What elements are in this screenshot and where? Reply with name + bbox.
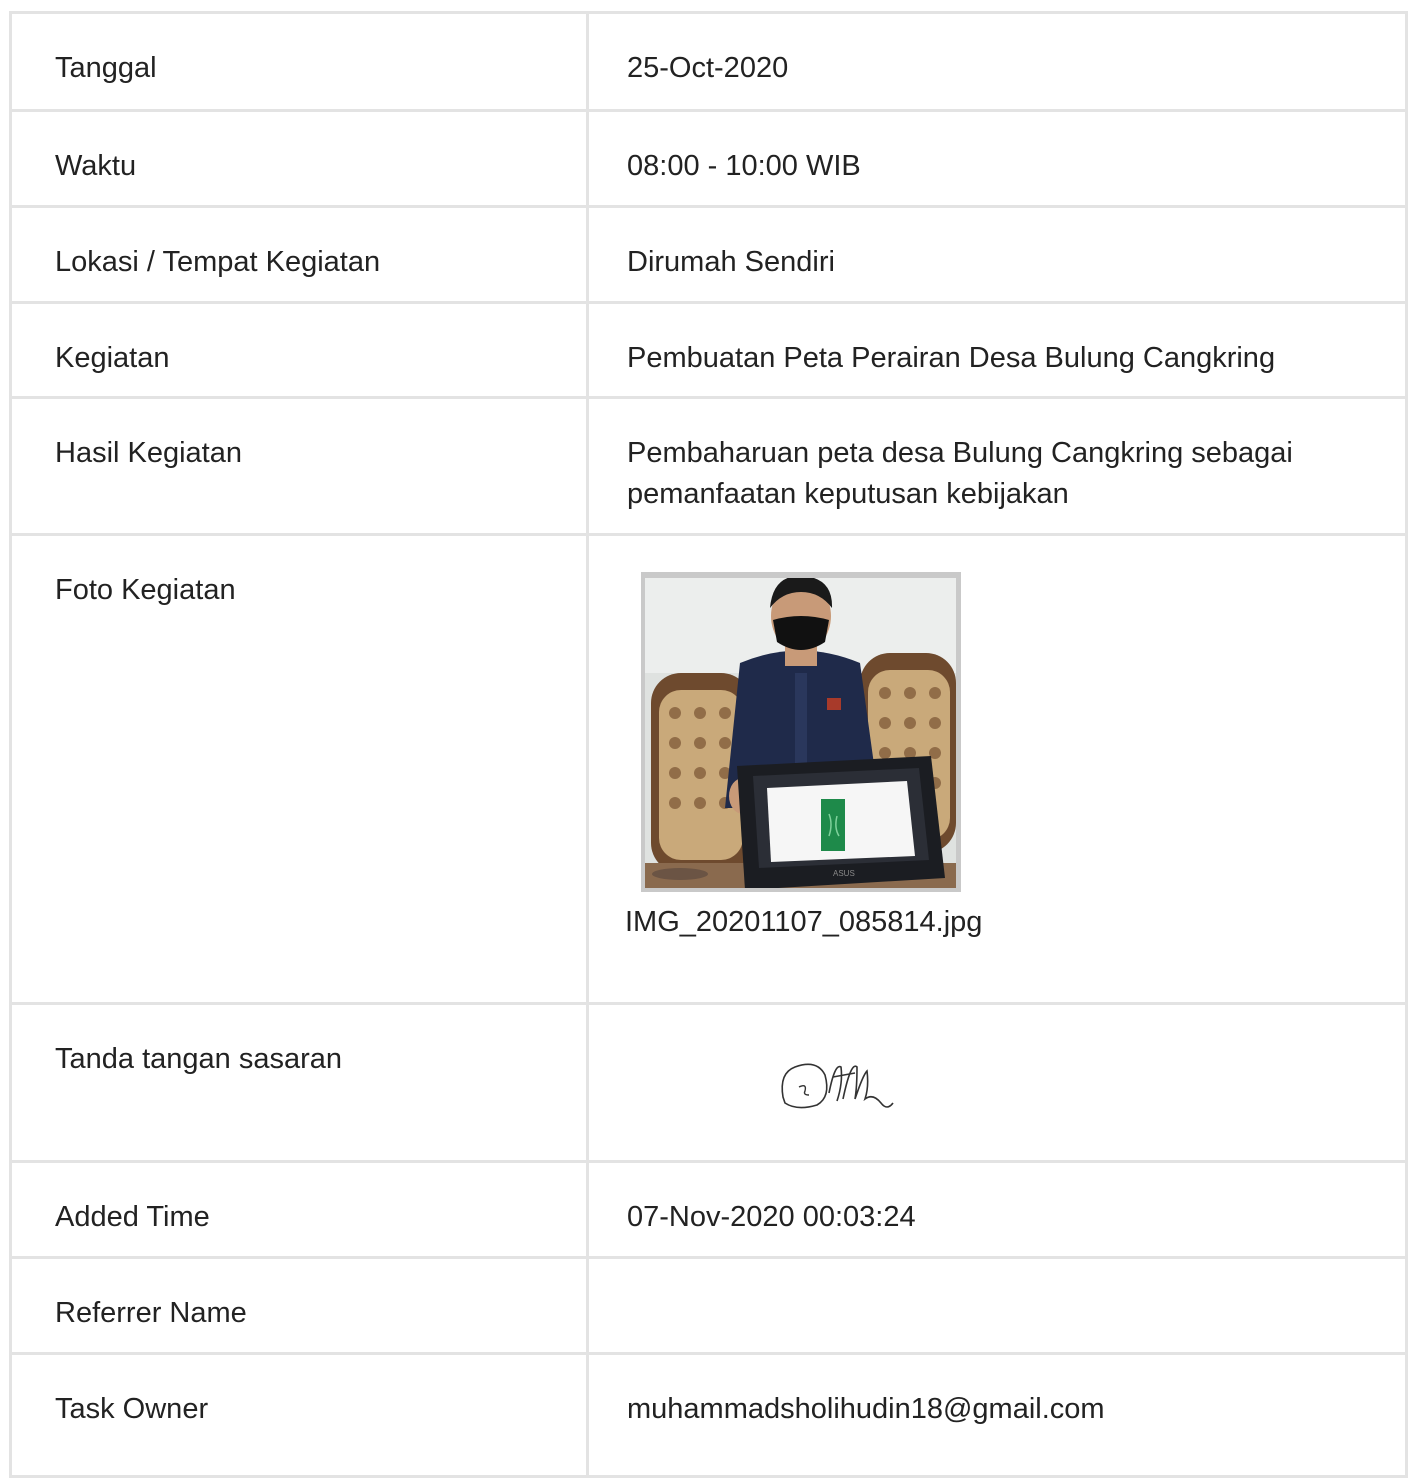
record-detail-table: Tanggal 25-Oct-2020 Waktu 08:00 - 10:00 …: [9, 11, 1408, 1478]
field-label: Tanda tangan sasaran: [12, 1005, 589, 1160]
field-value: 08:00 - 10:00 WIB: [589, 112, 1408, 205]
field-value: 25-Oct-2020: [589, 14, 1408, 109]
row-tanda-tangan: Tanda tangan sasaran: [12, 1005, 1408, 1163]
row-tanggal: Tanggal 25-Oct-2020: [12, 14, 1408, 112]
field-label: Waktu: [12, 112, 589, 205]
field-label: Referrer Name: [12, 1259, 589, 1352]
field-value: Pembaharuan peta desa Bulung Cangkring s…: [589, 399, 1408, 533]
row-referrer-name: Referrer Name: [12, 1259, 1408, 1355]
activity-photo-thumbnail[interactable]: ASUS: [641, 572, 961, 892]
activity-photo[interactable]: ASUS: [645, 578, 956, 888]
signature-cell: [589, 1005, 1408, 1160]
photo-filename-link[interactable]: IMG_20201107_085814.jpg: [625, 902, 1365, 943]
field-value: muhammadsholihudin18@gmail.com: [589, 1355, 1408, 1475]
field-label: Lokasi / Tempat Kegiatan: [12, 208, 589, 301]
row-task-owner: Task Owner muhammadsholihudin18@gmail.co…: [12, 1355, 1408, 1478]
field-value: [589, 1259, 1408, 1352]
field-value: 07-Nov-2020 00:03:24: [589, 1163, 1408, 1256]
field-label: Kegiatan: [12, 304, 589, 396]
field-value: Dirumah Sendiri: [589, 208, 1408, 301]
signature-image: [781, 1063, 894, 1109]
field-label: Task Owner: [12, 1355, 589, 1475]
row-lokasi: Lokasi / Tempat Kegiatan Dirumah Sendiri: [12, 208, 1408, 304]
row-kegiatan: Kegiatan Pembuatan Peta Perairan Desa Bu…: [12, 304, 1408, 399]
field-label: Hasil Kegiatan: [12, 399, 589, 533]
field-value: Pembuatan Peta Perairan Desa Bulung Cang…: [589, 304, 1408, 396]
row-foto-kegiatan: Foto Kegiatan ASUS IMG_20201107_085814.j…: [12, 536, 1408, 1005]
row-waktu: Waktu 08:00 - 10:00 WIB: [12, 112, 1408, 208]
field-label: Tanggal: [12, 14, 589, 109]
field-label: Added Time: [12, 1163, 589, 1256]
field-label: Foto Kegiatan: [12, 536, 589, 1002]
row-hasil-kegiatan: Hasil Kegiatan Pembaharuan peta desa Bul…: [12, 399, 1408, 536]
svg-text:ASUS: ASUS: [833, 869, 855, 878]
row-added-time: Added Time 07-Nov-2020 00:03:24: [12, 1163, 1408, 1259]
photo-cell: ASUS IMG_20201107_085814.jpg: [589, 536, 1408, 1002]
